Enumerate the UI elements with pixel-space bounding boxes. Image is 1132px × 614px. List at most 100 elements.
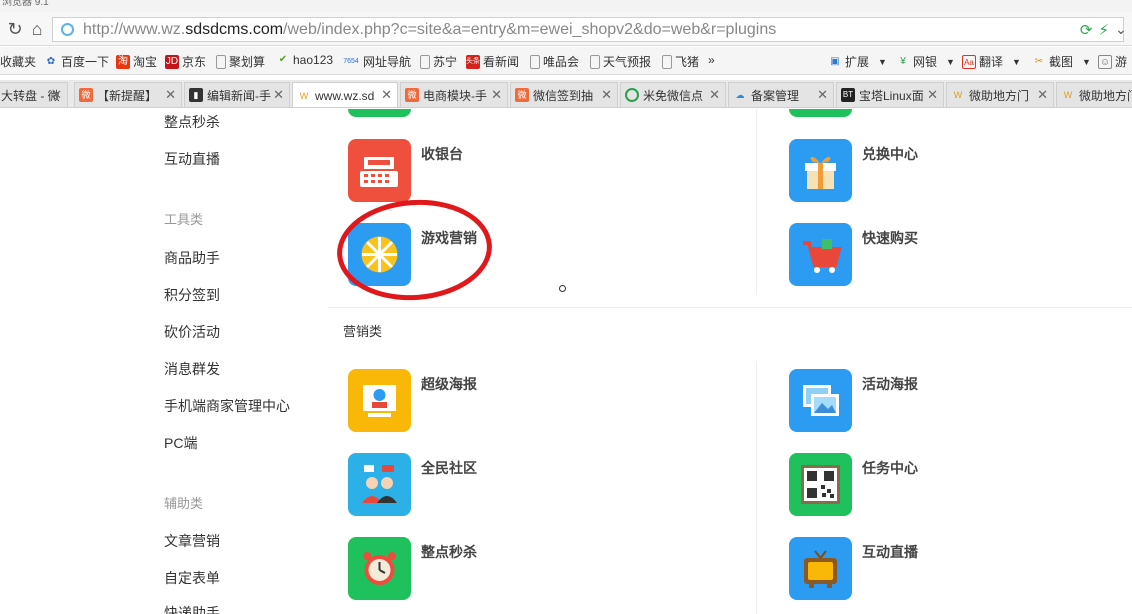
tab-9[interactable]: W 微助地方门 ✕ bbox=[946, 82, 1054, 107]
site-icon: W bbox=[953, 90, 963, 100]
bt-icon: BT bbox=[841, 88, 855, 102]
gift-icon bbox=[789, 139, 852, 202]
site-icon: W bbox=[1063, 90, 1073, 100]
sidebar-item-form[interactable]: 自定表单 bbox=[164, 568, 220, 588]
refresh-icon[interactable]: ↻ bbox=[4, 18, 26, 40]
page-content: 整点秒杀 互动直播 工具类 商品助手 积分签到 砍价活动 消息群发 手机端商家管… bbox=[0, 109, 1132, 614]
sidebar-item-express[interactable]: 快递助手 bbox=[164, 603, 220, 614]
close-icon[interactable]: ✕ bbox=[817, 87, 828, 103]
poster-icon bbox=[348, 369, 411, 432]
tab-1[interactable]: 微【新提醒】 ✕ bbox=[74, 82, 182, 107]
extension-screenshot[interactable]: ✂ 截图 ▼ bbox=[1032, 53, 1091, 70]
app-icon-partial[interactable] bbox=[348, 109, 411, 117]
bookmark-baidu[interactable]: ✿ 百度一下 bbox=[44, 53, 109, 70]
page-icon bbox=[530, 54, 540, 69]
baidu-icon: ✿ bbox=[46, 55, 56, 67]
extension-game[interactable]: ☺ 游 bbox=[1098, 53, 1127, 70]
close-icon[interactable]: ✕ bbox=[51, 87, 62, 103]
url-prefix: http://www.wz. bbox=[83, 21, 186, 38]
app-name: 兑换中心 bbox=[862, 146, 918, 162]
news-icon: 头条 bbox=[466, 54, 480, 69]
extension-translate[interactable]: Aa 翻译 ▼ bbox=[962, 53, 1021, 70]
sidebar-item-live[interactable]: 互动直播 bbox=[164, 149, 220, 169]
window-title: 浏览器 9.1 bbox=[0, 0, 1132, 12]
url-path: /web/index.php?c=site&a=entry&m=ewei_sho… bbox=[283, 21, 777, 38]
tab-3-active[interactable]: Wwww.wz.sd ✕ bbox=[292, 82, 398, 107]
bookmark-fliggy[interactable]: 飞猪 bbox=[662, 53, 699, 70]
game-icon: ☺ bbox=[1098, 54, 1112, 69]
sidebar-item-goods-helper[interactable]: 商品助手 bbox=[164, 248, 220, 268]
bookmark-vip[interactable]: 唯品会 bbox=[530, 53, 579, 70]
app-name: 整点秒杀 bbox=[421, 544, 477, 560]
mouse-cursor bbox=[559, 285, 566, 292]
close-icon[interactable]: ✕ bbox=[927, 87, 938, 103]
home-icon[interactable]: ⌂ bbox=[26, 18, 48, 40]
tv-icon bbox=[789, 537, 852, 600]
app-name: 全民社区 bbox=[421, 460, 477, 476]
site-icon: W bbox=[299, 91, 309, 101]
app-name: 超级海报 bbox=[421, 376, 477, 392]
bookmark-juhuasuan[interactable]: 聚划算 bbox=[216, 53, 265, 70]
sidebar-header-tools: 工具类 bbox=[164, 212, 204, 227]
extension-bank[interactable]: ¥ 网银 ▼ bbox=[896, 53, 955, 70]
editor-icon: ▮ bbox=[189, 88, 203, 102]
picture-icon bbox=[789, 369, 852, 432]
close-icon[interactable]: ✕ bbox=[273, 87, 284, 103]
tab-6[interactable]: 米免微信点 ✕ bbox=[620, 82, 726, 107]
section-title-marketing: 营销类 bbox=[343, 324, 383, 339]
app-name: 快速购买 bbox=[862, 230, 918, 246]
close-icon[interactable]: ✕ bbox=[381, 87, 392, 103]
extension-expand[interactable]: ▣ 扩展 ▼ bbox=[828, 53, 887, 70]
hao123-icon: ✔ bbox=[278, 54, 288, 65]
bookmark-taobao[interactable]: 淘淘宝 bbox=[116, 53, 157, 70]
tab-7[interactable]: ☁ 备案管理 ✕ bbox=[728, 82, 834, 107]
tab-8[interactable]: BT 宝塔Linux面 ✕ bbox=[836, 82, 944, 107]
tab-5[interactable]: 微微信签到抽 ✕ bbox=[510, 82, 618, 107]
tab-4[interactable]: 微电商模块-手 ✕ bbox=[400, 82, 508, 107]
app-icon-partial[interactable] bbox=[789, 109, 852, 117]
sidebar-item-pc[interactable]: PC端 bbox=[164, 433, 197, 453]
sidebar-item-article[interactable]: 文章营销 bbox=[164, 531, 220, 551]
cash-register-icon bbox=[348, 139, 411, 202]
page-icon bbox=[216, 54, 226, 69]
close-icon[interactable]: ✕ bbox=[1037, 87, 1048, 103]
close-icon[interactable]: ✕ bbox=[491, 87, 502, 103]
bookmark-weather[interactable]: 天气预报 bbox=[590, 53, 651, 70]
bookmark-news[interactable]: 头条 看新闻 bbox=[466, 53, 519, 70]
bookmarks-more-button[interactable]: » bbox=[708, 53, 715, 67]
close-icon[interactable]: ✕ bbox=[601, 87, 612, 103]
sidebar-item-seckill[interactable]: 整点秒杀 bbox=[164, 112, 220, 132]
annotation-circle bbox=[333, 194, 496, 306]
sidebar-header-aux: 辅助类 bbox=[164, 496, 204, 511]
tab-2[interactable]: ▮ 编辑新闻-手 ✕ bbox=[184, 82, 290, 107]
puzzle-icon: ▣ bbox=[830, 55, 840, 67]
sidebar-item-mass-message[interactable]: 消息群发 bbox=[164, 359, 220, 379]
tab-10[interactable]: W微助地方门 bbox=[1056, 82, 1132, 107]
cart-icon bbox=[789, 223, 852, 286]
sidebar-item-points-signin[interactable]: 积分签到 bbox=[164, 285, 220, 305]
chevron-down-icon[interactable]: ⌄ bbox=[1110, 18, 1132, 40]
sidebar-item-mobile-merchant[interactable]: 手机端商家管理中心 bbox=[164, 396, 290, 416]
tab-0[interactable]: 大转盘 - 微 ✕ bbox=[0, 82, 68, 107]
column-divider bbox=[756, 361, 757, 614]
translate-icon: Aa bbox=[962, 54, 976, 69]
page-icon bbox=[662, 54, 672, 69]
address-bar[interactable]: http://www.wz.sdsdcms.com/web/index.php?… bbox=[52, 17, 1124, 42]
scissors-icon: ✂ bbox=[1034, 55, 1044, 67]
bookmark-nav[interactable]: 7654 网址导航 bbox=[342, 53, 411, 70]
sidebar-item-bargain[interactable]: 砍价活动 bbox=[164, 322, 220, 342]
navigation-bar: ↻ ⌂ http://www.wz.sdsdcms.com/web/index.… bbox=[0, 12, 1132, 46]
close-icon[interactable]: ✕ bbox=[165, 87, 176, 103]
app-name: 活动海报 bbox=[862, 376, 918, 392]
address-text[interactable]: http://www.wz.sdsdcms.com/web/index.php?… bbox=[83, 21, 776, 39]
close-icon[interactable]: ✕ bbox=[709, 87, 720, 103]
weiqing-icon: 微 bbox=[515, 88, 529, 102]
alarm-clock-icon bbox=[348, 537, 411, 600]
jd-icon: JD bbox=[165, 54, 179, 69]
bookmark-favorites[interactable]: 收藏夹 bbox=[0, 53, 36, 70]
bookmark-suning[interactable]: 苏宁 bbox=[420, 53, 457, 70]
qrcode-icon bbox=[789, 453, 852, 516]
tab-strip: 大转盘 - 微 ✕ 微【新提醒】 ✕ ▮ 编辑新闻-手 ✕ Wwww.wz.sd ✕ 微电… bbox=[0, 80, 1132, 108]
bookmark-jd[interactable]: JD 京东 bbox=[165, 53, 206, 70]
bookmark-hao123[interactable]: ✔ hao123 bbox=[276, 53, 333, 67]
